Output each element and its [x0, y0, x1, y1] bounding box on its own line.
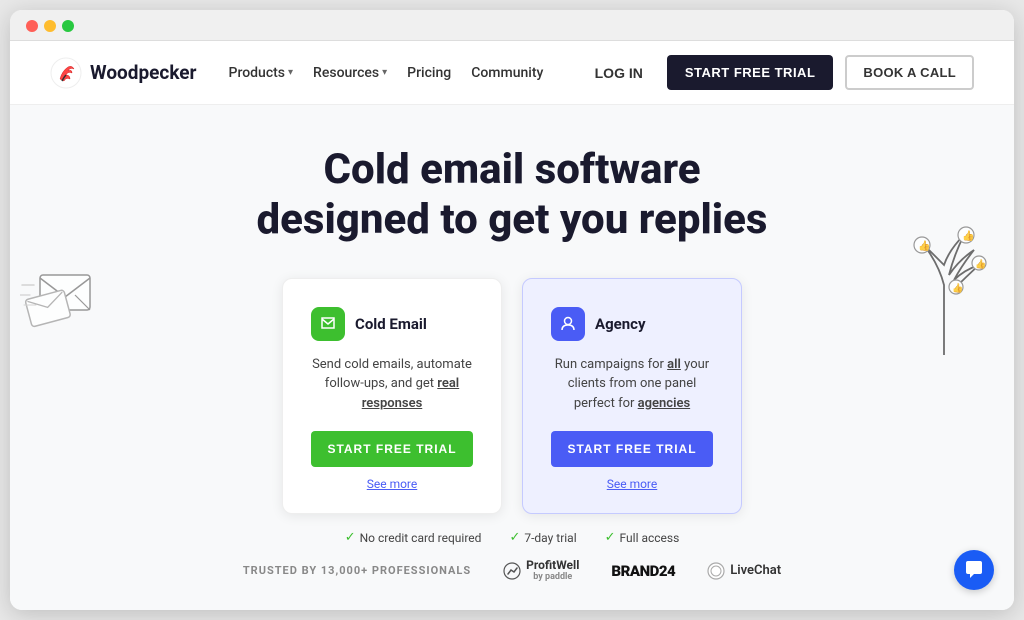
agency-desc: Run campaigns for all your clients from …	[551, 355, 713, 414]
profitwell-sub: by paddle	[526, 572, 579, 582]
dot-red[interactable]	[26, 20, 38, 32]
nav-products[interactable]: Products ▾	[229, 65, 294, 81]
cold-email-icon	[311, 307, 345, 341]
livechat-name: LiveChat	[730, 563, 781, 578]
nav-links: Products ▾ Resources ▾ Pricing Community	[229, 65, 544, 81]
agency-card: Agency Run campaigns for all your client…	[522, 278, 742, 515]
dot-green[interactable]	[62, 20, 74, 32]
svg-text:👍: 👍	[975, 258, 986, 270]
chevron-down-icon: ▾	[288, 67, 293, 78]
logo-text: Woodpecker	[90, 61, 197, 84]
cold-email-card: Cold Email Send cold emails, automate fo…	[282, 278, 502, 515]
browser-chrome	[10, 10, 1014, 41]
login-button[interactable]: LOG IN	[583, 57, 655, 89]
nav-resources[interactable]: Resources ▾	[313, 65, 387, 81]
nav-pricing[interactable]: Pricing	[407, 65, 451, 81]
navbar: Woodpecker Products ▾ Resources ▾ Pricin…	[10, 41, 1014, 105]
check-icon: ✓	[605, 530, 616, 545]
chat-icon	[964, 560, 984, 580]
nav-community[interactable]: Community	[471, 65, 543, 81]
check-icon: ✓	[509, 530, 520, 545]
trust-full-access: ✓ Full access	[605, 530, 680, 545]
cold-email-desc: Send cold emails, automate follow-ups, a…	[311, 355, 473, 414]
check-icon: ✓	[345, 530, 356, 545]
navbar-left: Woodpecker Products ▾ Resources ▾ Pricin…	[50, 57, 543, 89]
svg-text:👍: 👍	[918, 239, 930, 252]
chevron-down-icon: ▾	[382, 67, 387, 78]
logo-icon	[50, 57, 82, 89]
trusted-by-text: TRUSTED BY 13,000+ PROFESSIONALS	[243, 564, 471, 577]
agency-see-more-link[interactable]: See more	[551, 477, 713, 491]
navbar-right: LOG IN START FREE TRIAL BOOK A CALL	[583, 55, 974, 90]
brand-brand24: BRAND24	[611, 562, 675, 580]
card-header-agency: Agency	[551, 307, 713, 341]
cold-email-title: Cold Email	[355, 315, 427, 333]
bottom-bar: TRUSTED BY 13,000+ PROFESSIONALS ProfitW…	[30, 551, 994, 590]
profitwell-name: ProfitWell	[526, 559, 579, 572]
cards-section: Cold Email Send cold emails, automate fo…	[30, 278, 994, 515]
cold-email-see-more-link[interactable]: See more	[311, 477, 473, 491]
profitwell-icon	[503, 562, 521, 580]
brand-profitwell: ProfitWell by paddle	[503, 559, 579, 582]
navbar-start-trial-button[interactable]: START FREE TRIAL	[667, 55, 834, 90]
logo-area[interactable]: Woodpecker	[50, 57, 197, 89]
browser-dots	[26, 20, 74, 32]
trust-bar: ✓ No credit card required ✓ 7-day trial …	[30, 530, 994, 545]
hero-section: Cold email software designed to get you …	[10, 105, 1014, 610]
cold-email-cta-button[interactable]: START FREE TRIAL	[311, 431, 473, 467]
livechat-icon	[707, 562, 725, 580]
hero-title: Cold email software designed to get you …	[182, 145, 842, 246]
agency-cta-button[interactable]: START FREE TRIAL	[551, 431, 713, 467]
dot-yellow[interactable]	[44, 20, 56, 32]
trust-no-credit-card: ✓ No credit card required	[345, 530, 482, 545]
book-call-button[interactable]: BOOK A CALL	[845, 55, 974, 90]
card-header-cold-email: Cold Email	[311, 307, 473, 341]
brand24-name: BRAND24	[611, 562, 675, 580]
brand-livechat: LiveChat	[707, 562, 781, 580]
agency-title: Agency	[595, 315, 646, 333]
agency-icon	[551, 307, 585, 341]
svg-text:👍: 👍	[962, 229, 974, 242]
trust-7-day: ✓ 7-day trial	[509, 530, 576, 545]
browser-window: Woodpecker Products ▾ Resources ▾ Pricin…	[10, 10, 1014, 610]
browser-content: Woodpecker Products ▾ Resources ▾ Pricin…	[10, 41, 1014, 610]
